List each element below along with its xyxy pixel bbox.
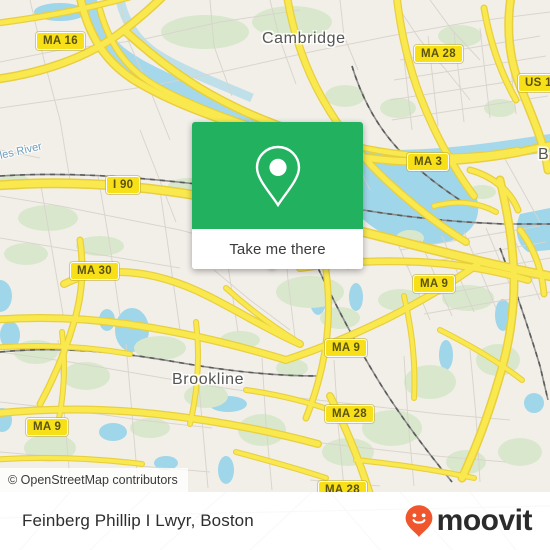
location-pin-icon: [255, 145, 300, 207]
map-attribution[interactable]: © OpenStreetMap contributors: [0, 468, 188, 492]
map-screenshot: Cambridge Brookline B les River MA 16 MA…: [0, 0, 550, 550]
moovit-smiley-pin-icon: [405, 505, 433, 537]
attribution-text: © OpenStreetMap contributors: [8, 473, 178, 487]
poi-card-action-label: Take me there: [229, 240, 326, 258]
moovit-brand[interactable]: moovit: [404, 504, 533, 538]
poi-card[interactable]: Take me there: [192, 122, 363, 269]
page-title: Feinberg Phillip I Lwyr, Boston: [22, 511, 254, 530]
moovit-wordmark: moovit: [436, 504, 533, 537]
map-canvas[interactable]: Cambridge Brookline B les River MA 16 MA…: [0, 0, 550, 492]
poi-card-header: [192, 122, 363, 229]
footer-bar: Feinberg Phillip I Lwyr, Boston moovit: [0, 492, 550, 550]
poi-card-action[interactable]: Take me there: [192, 229, 363, 269]
